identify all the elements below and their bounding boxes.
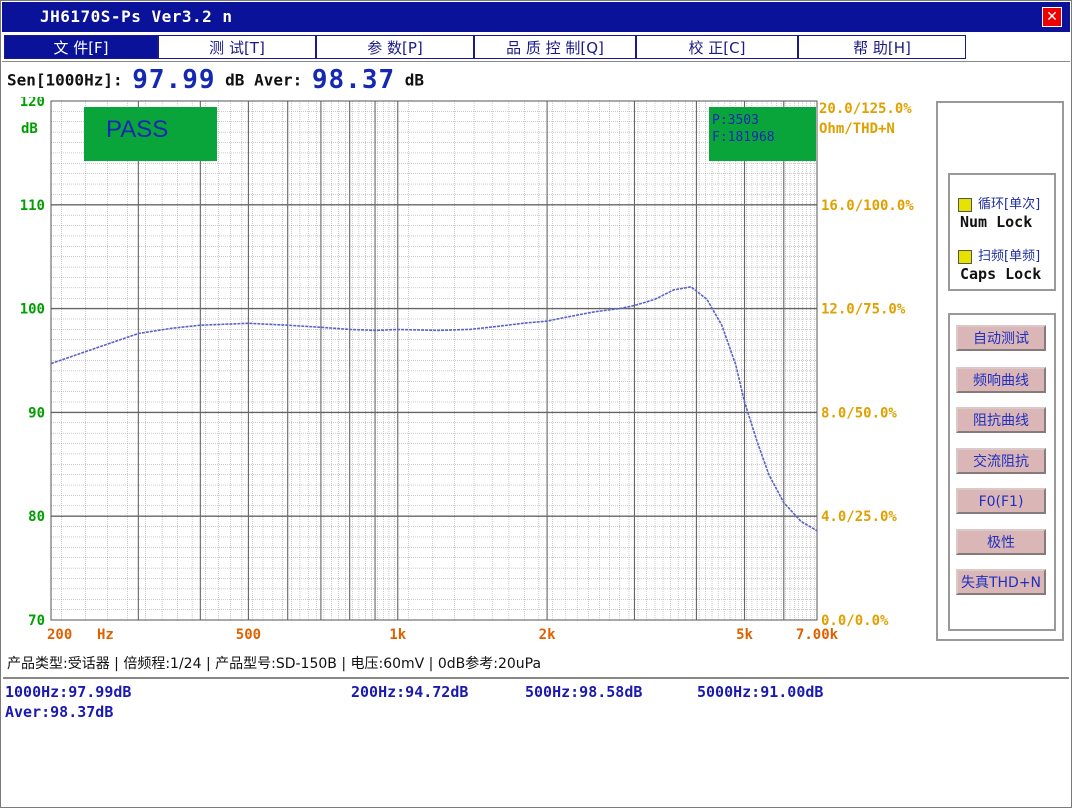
menu-bar: 文 件[F] 测 试[T] 参 数[P] 品 质 控 制[Q] 校 正[C] 帮… (2, 33, 1070, 62)
right-tick-label: 16.0/100.0% (821, 198, 914, 214)
left-tick-label: 120 (20, 97, 45, 110)
menu-quality-control[interactable]: 品 质 控 制[Q] (474, 35, 636, 59)
menu-file[interactable]: 文 件[F] (4, 35, 158, 59)
title-bar: JH6170S-Ps Ver3.2 n ✕ (2, 2, 1070, 32)
x-tick-label: 200 (47, 627, 72, 643)
loop-toggle[interactable]: 循环[单次] (958, 193, 1040, 212)
side-panel: 循环[单次] Num Lock 扫频[单频] Caps Lock 自动测试 频响… (936, 101, 1064, 641)
left-tick-label: 110 (20, 198, 45, 214)
x-tick-label: 2k (539, 627, 556, 643)
right-tick-label: 8.0/50.0% (821, 405, 897, 421)
aver-unit: dB (404, 70, 425, 90)
close-icon[interactable]: ✕ (1042, 7, 1062, 27)
right-axis-title-2: Ohm/THD+N (819, 121, 895, 137)
num-lock-label: Num Lock (960, 213, 1033, 231)
menu-test[interactable]: 测 试[T] (158, 35, 316, 59)
sen-value: 97.99 (132, 65, 216, 95)
auto-test-button[interactable]: 自动测试 (956, 325, 1046, 351)
pass-label: PASS (106, 116, 168, 143)
right-tick-label: 4.0/25.0% (821, 509, 897, 525)
left-axis-ticks: 120 110 100 90 80 70 (20, 97, 45, 629)
right-axis-ticks: 16.0/100.0%12.0/75.0%8.0/50.0%4.0/25.0%0… (821, 198, 914, 629)
freq-response-button[interactable]: 频响曲线 (956, 367, 1046, 393)
menu-calibrate[interactable]: 校 正[C] (636, 35, 798, 59)
left-tick-label: 90 (28, 405, 45, 421)
aver-label: Aver: (254, 70, 303, 90)
lock-box: 循环[单次] Num Lock 扫频[单频] Caps Lock (948, 173, 1056, 291)
sen-unit: dB (225, 70, 245, 90)
result-5000hz: 5000Hz:91.00dB (697, 683, 824, 701)
x-tick-label: 1k (389, 627, 406, 643)
left-tick-label: 80 (28, 509, 45, 525)
thd-button[interactable]: 失真THD+N (956, 569, 1046, 595)
x-tick-label: 7.00k (796, 627, 839, 643)
window-title: JH6170S-Ps Ver3.2 n (40, 7, 233, 26)
result-1000hz: 1000Hz:97.99dB (5, 683, 132, 701)
polarity-button[interactable]: 极性 (956, 529, 1046, 555)
x-tick-label: 5k (736, 627, 753, 643)
sensitivity-readout: Sen[1000Hz]: 97.99 dB Aver: 98.37 dB (7, 65, 424, 95)
loop-indicator-icon (958, 197, 972, 212)
main-window: JH6170S-Ps Ver3.2 n ✕ 文 件[F] 测 试[T] 参 数[… (0, 0, 1072, 808)
x-tick-label: 500 (236, 627, 261, 643)
result-200hz: 200Hz:94.72dB (351, 683, 469, 701)
sweep-indicator-icon (958, 249, 972, 264)
sen-label: Sen[1000Hz]: (7, 70, 123, 90)
left-tick-label: 70 (28, 613, 45, 629)
caps-lock-label: Caps Lock (960, 265, 1042, 283)
left-tick-label: 100 (20, 302, 45, 318)
f0-button[interactable]: F0(F1) (956, 488, 1046, 514)
x-axis-unit: Hz (97, 627, 114, 643)
function-buttons: 自动测试 频响曲线 阻抗曲线 交流阻抗 F0(F1) 极性 失真THD+N (948, 313, 1056, 631)
left-axis-unit: dB (21, 121, 38, 137)
right-axis-title-1: 20.0/125.0% (819, 101, 912, 117)
results-panel: 1000Hz:97.99dB 200Hz:94.72dB 500Hz:98.58… (3, 677, 1069, 807)
aver-value: 98.37 (311, 65, 396, 95)
result-average: Aver:98.37dB (5, 703, 114, 721)
right-tick-label: 12.0/75.0% (821, 302, 906, 318)
ac-impedance-button[interactable]: 交流阻抗 (956, 448, 1046, 474)
status-line: 产品类型:受话器 | 倍频程:1/24 | 产品型号:SD-150B | 电压:… (7, 656, 542, 672)
result-500hz: 500Hz:98.58dB (525, 683, 643, 701)
menu-params[interactable]: 参 数[P] (316, 35, 474, 59)
sweep-toggle[interactable]: 扫频[单频] (958, 245, 1040, 264)
menu-help[interactable]: 帮 助[H] (798, 35, 966, 59)
sweep-label: 扫频[单频] (978, 249, 1041, 264)
frequency-response-chart: PASS P:3503 F:181968 dB 20.0/125.0% Ohm/… (20, 97, 915, 643)
count-fail: F:181968 (712, 130, 775, 145)
loop-label: 循环[单次] (978, 197, 1041, 212)
impedance-curve-button[interactable]: 阻抗曲线 (956, 407, 1046, 433)
minor-grid (51, 101, 817, 620)
x-axis-ticks: 200 500 1k 2k 5k 7.00k (47, 627, 839, 643)
response-curve (50, 285, 818, 532)
count-pass: P:3503 (712, 113, 759, 128)
